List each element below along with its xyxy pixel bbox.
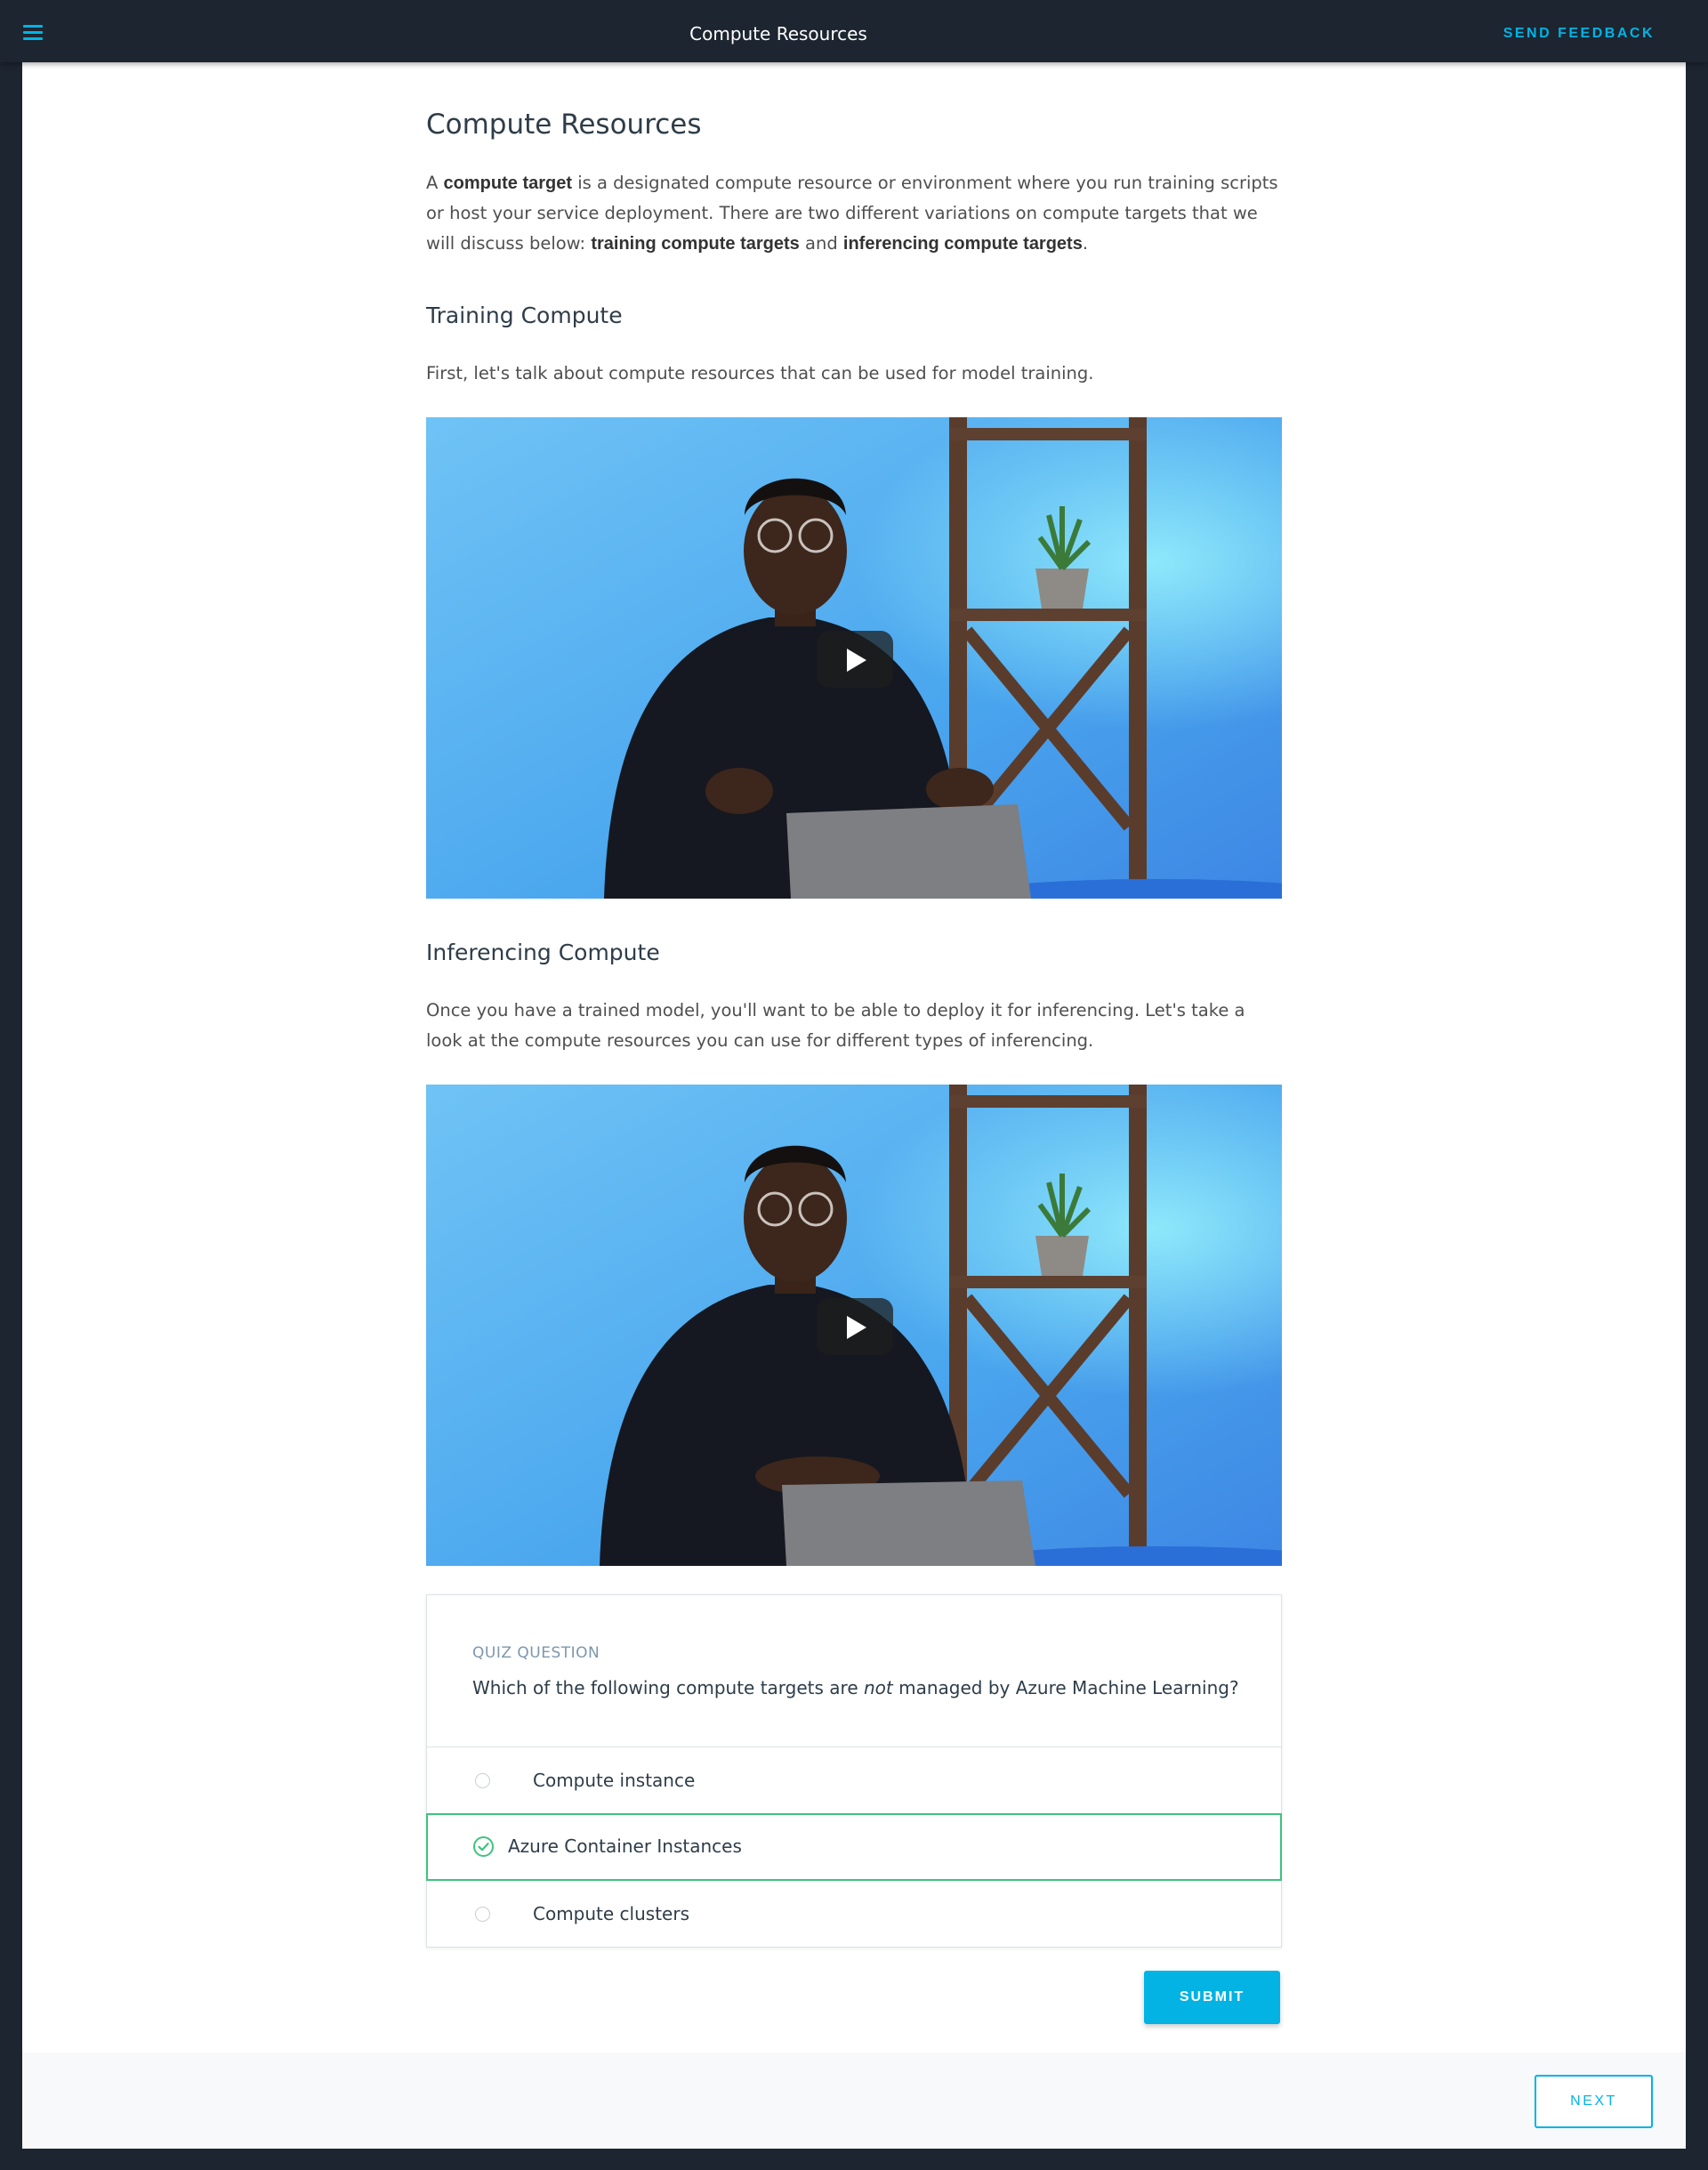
intro-text-3: and: [799, 233, 843, 254]
footer-bar: [22, 2053, 1686, 2149]
quiz-label: QUIZ QUESTION: [472, 1644, 600, 1662]
quiz-option-azure-container-instances[interactable]: Azure Container Instances: [426, 1813, 1282, 1881]
training-compute-text: First, let's talk about compute resource…: [426, 363, 1094, 383]
quiz-question: Which of the following compute targets a…: [472, 1677, 1239, 1698]
quiz-option-label: Azure Container Instances: [508, 1835, 742, 1857]
intro-bold-training: training compute targets: [591, 234, 800, 254]
radio-unchecked-icon[interactable]: [475, 1907, 490, 1922]
radio-unchecked-icon[interactable]: [475, 1773, 490, 1788]
top-bar-title: Compute Resources: [689, 23, 867, 44]
top-bar: Compute Resources SEND FEEDBACK: [0, 0, 1708, 62]
submit-button[interactable]: SUBMIT: [1144, 1971, 1280, 2024]
send-feedback-link[interactable]: SEND FEEDBACK: [1503, 26, 1655, 42]
quiz-question-text-2: managed by Azure Machine Learning?: [892, 1677, 1239, 1698]
quiz-question-text-1: Which of the following compute targets a…: [472, 1677, 864, 1698]
inferencing-compute-text: Once you have a trained model, you'll wa…: [426, 1000, 1245, 1051]
intro-text-1: A: [426, 173, 444, 193]
next-button[interactable]: NEXT: [1535, 2075, 1653, 2128]
intro-paragraph: A compute target is a designated compute…: [426, 168, 1282, 259]
play-icon[interactable]: [817, 1298, 893, 1355]
lesson-page: Compute Resources A compute target is a …: [22, 62, 1686, 2149]
quiz-option-compute-instance[interactable]: Compute instance: [427, 1746, 1281, 1814]
inferencing-compute-heading: Inferencing Compute: [426, 940, 660, 965]
play-icon[interactable]: [817, 631, 893, 688]
quiz-option-label: Compute instance: [533, 1770, 696, 1791]
intro-text-4: .: [1082, 233, 1089, 254]
inferencing-video[interactable]: [426, 1085, 1282, 1566]
quiz-card: QUIZ QUESTION Which of the following com…: [426, 1594, 1282, 1948]
quiz-question-emphasis: not: [864, 1677, 893, 1698]
check-circle-icon[interactable]: [472, 1835, 495, 1858]
quiz-option-compute-clusters[interactable]: Compute clusters: [427, 1881, 1281, 1948]
training-compute-heading: Training Compute: [426, 303, 623, 328]
page-title: Compute Resources: [426, 109, 702, 141]
intro-bold-compute-target: compute target: [443, 173, 573, 193]
intro-bold-inferencing: inferencing compute targets: [842, 234, 1083, 254]
quiz-option-label: Compute clusters: [533, 1903, 689, 1924]
training-video[interactable]: [426, 417, 1282, 899]
